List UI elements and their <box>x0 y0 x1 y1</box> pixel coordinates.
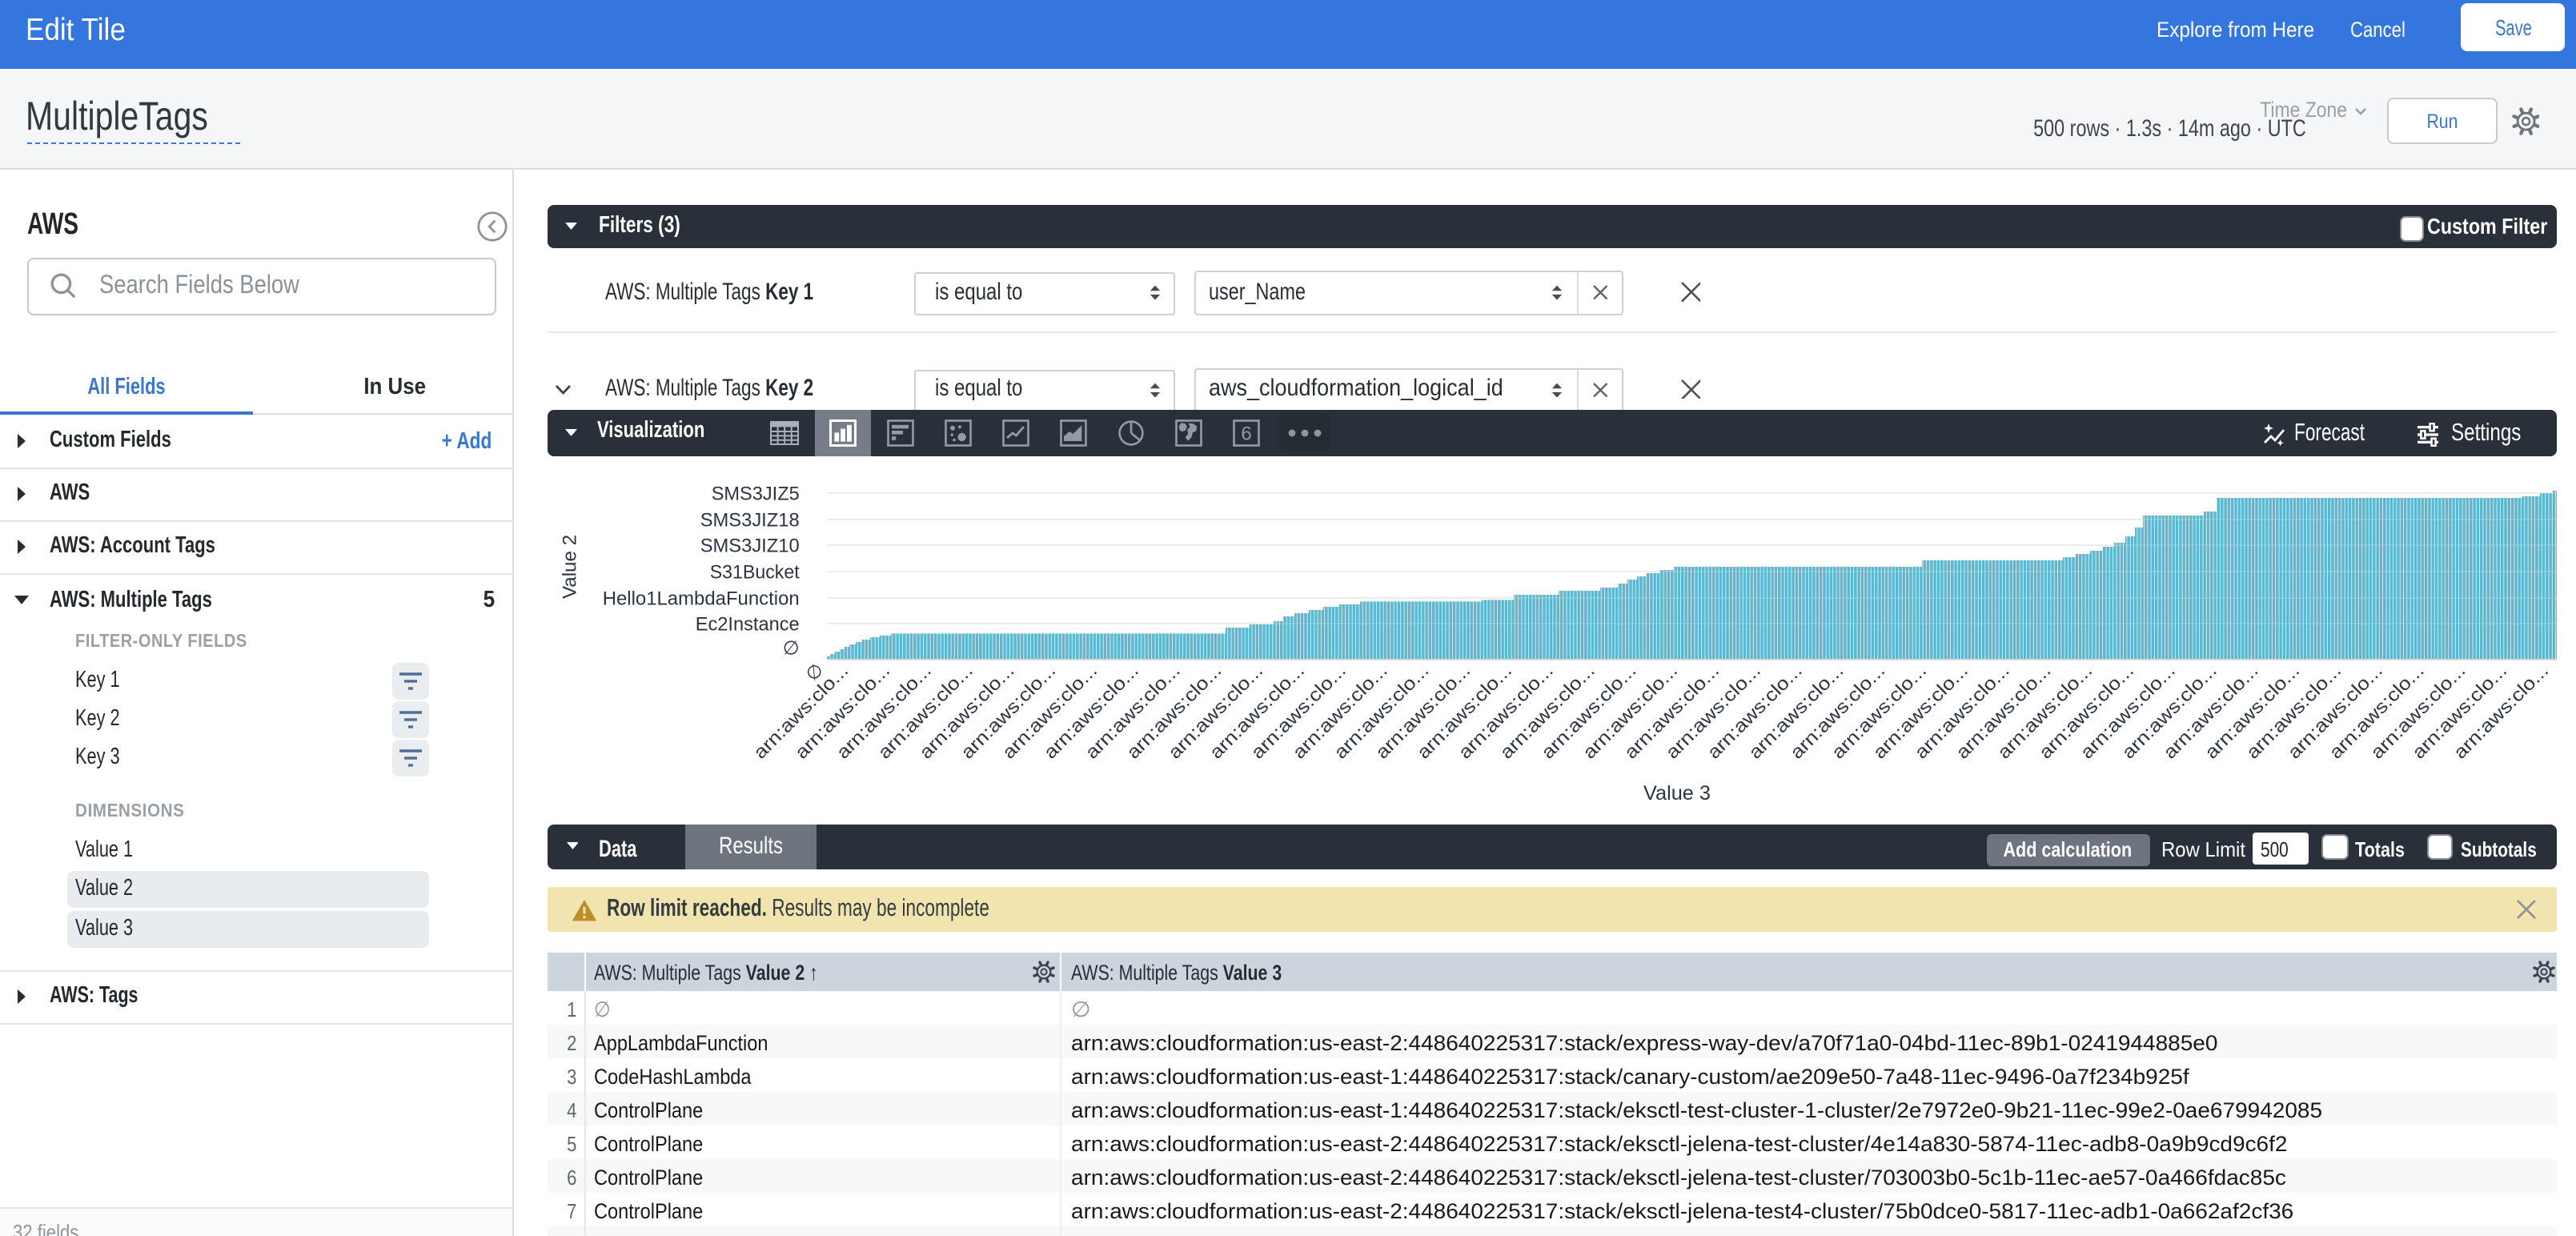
svg-text:SMS3JIZ18: SMS3JIZ18 <box>700 508 799 530</box>
svg-text:Value 3: Value 3 <box>1643 781 1710 804</box>
svg-text:6: 6 <box>1242 423 1252 444</box>
svg-text:∅: ∅ <box>782 636 799 658</box>
svg-text:SMS3JIZ10: SMS3JIZ10 <box>700 534 799 556</box>
svg-text:Hello1LambdaFunction: Hello1LambdaFunction <box>602 587 799 608</box>
svg-text:SMS3JIZ5: SMS3JIZ5 <box>711 482 799 504</box>
svg-text:Ec2Instance: Ec2Instance <box>695 612 799 634</box>
svg-text:Value 2: Value 2 <box>559 534 580 598</box>
svg-text:S31Bucket: S31Bucket <box>709 560 799 582</box>
